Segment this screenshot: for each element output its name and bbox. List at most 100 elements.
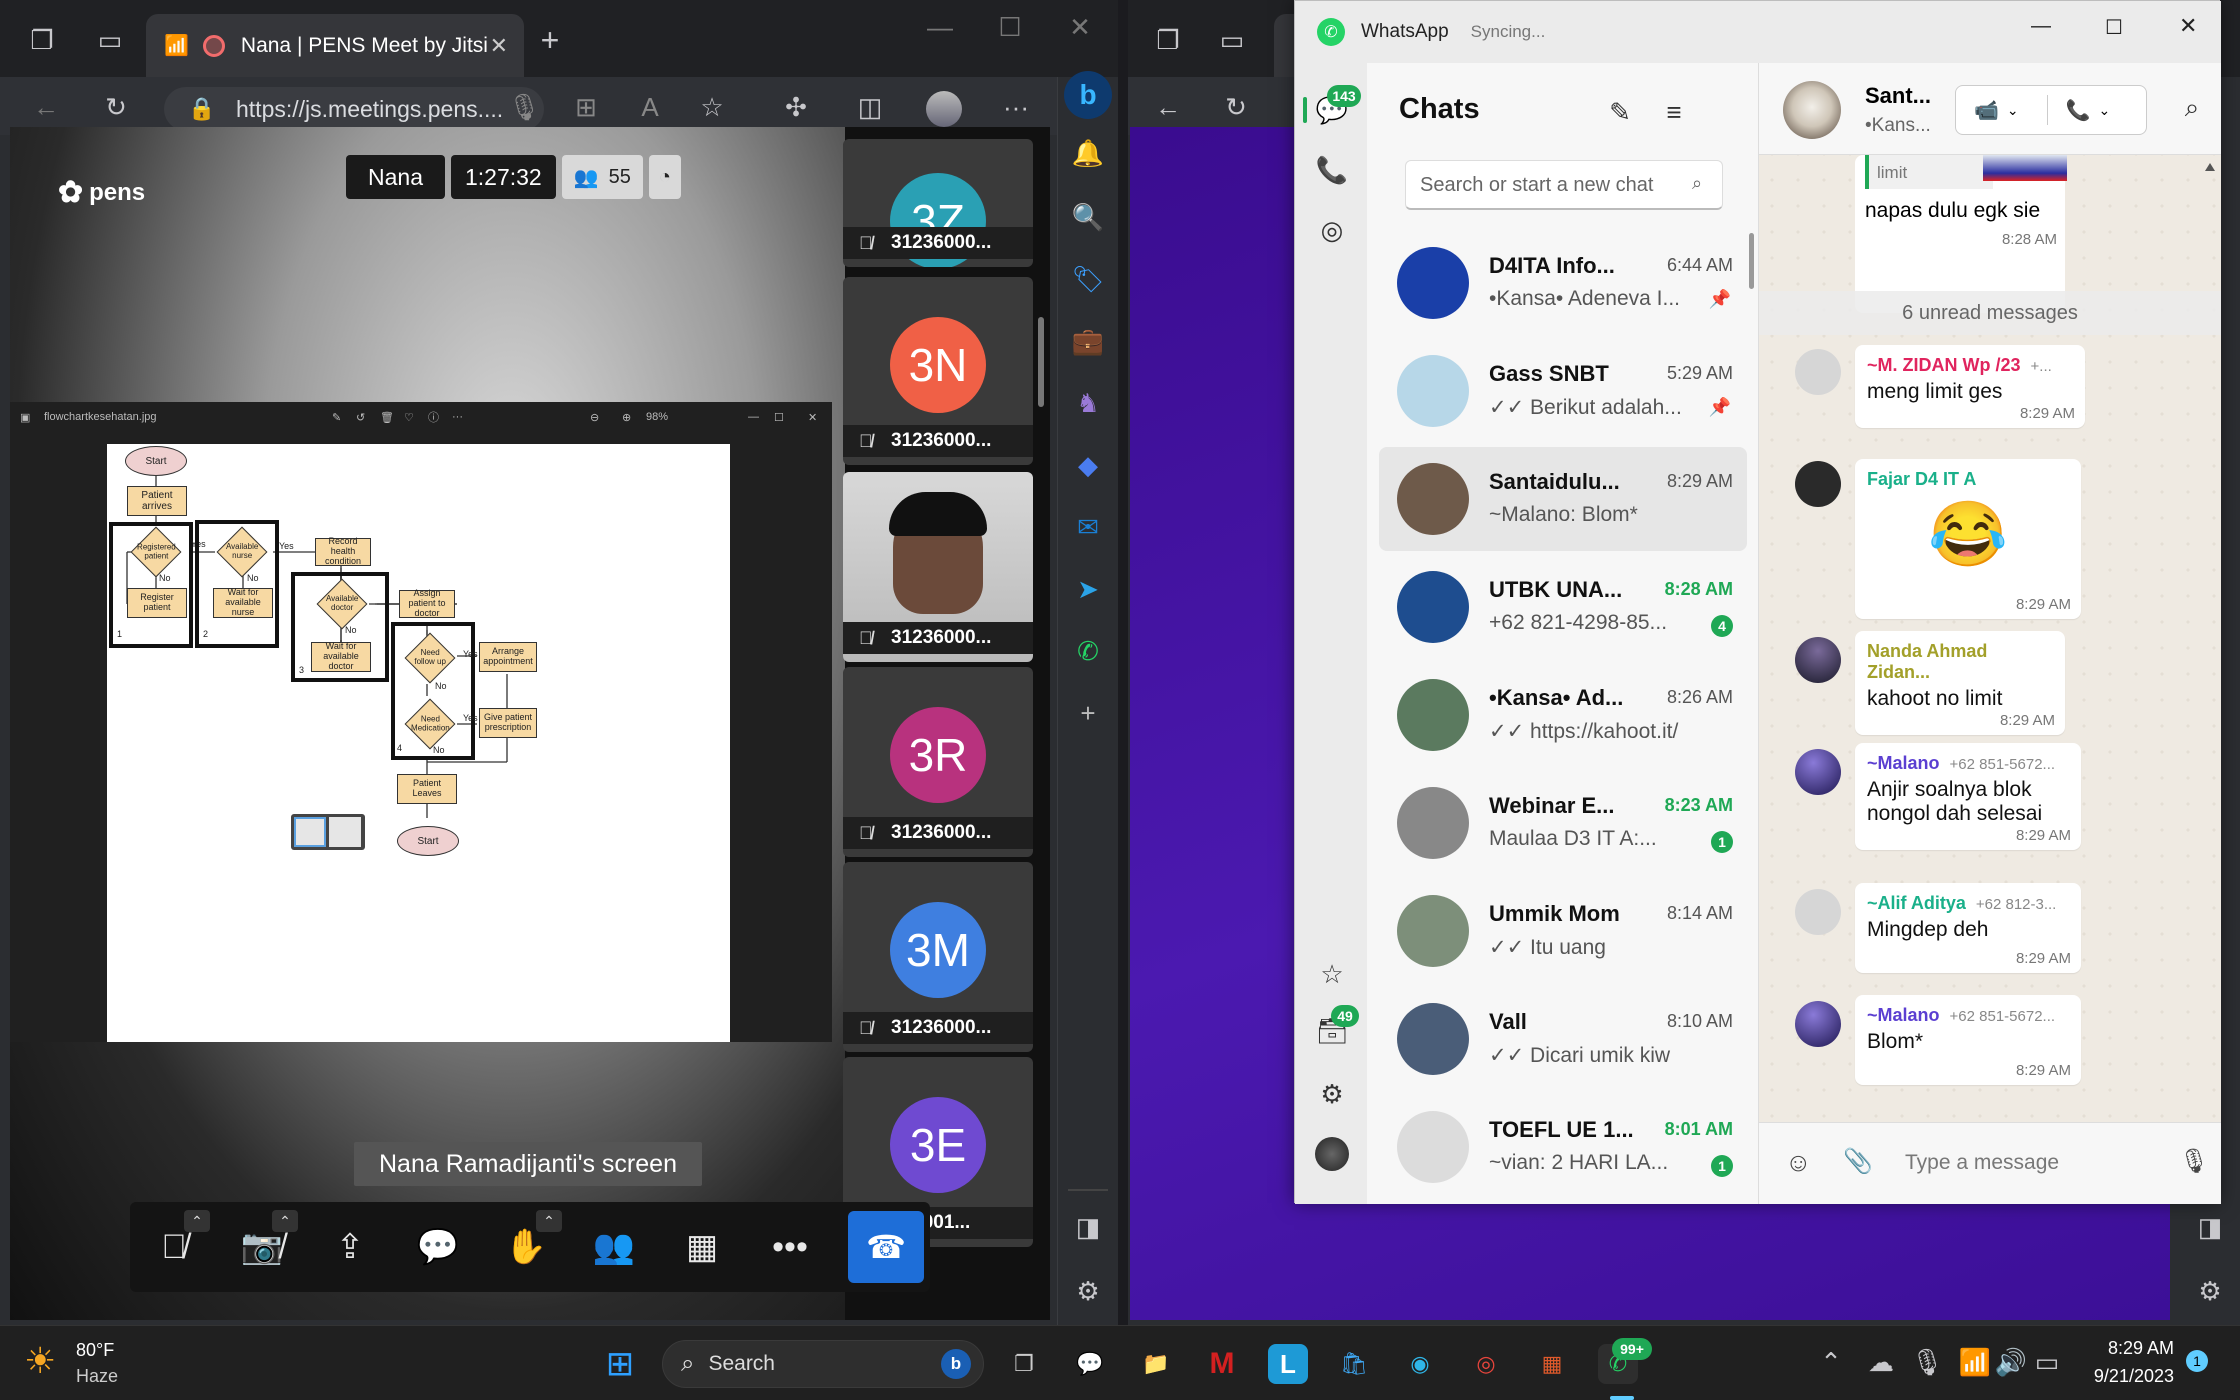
office-icon[interactable]: ◆ [1072, 449, 1104, 481]
shopping-tag-icon[interactable]: 🏷 [1072, 263, 1105, 295]
weather-icon[interactable]: ☀ [24, 1340, 56, 1382]
chat-item[interactable]: Vall 8:10 AM ✓✓ Dicari umik kiw [1379, 987, 1747, 1091]
maximize-icon[interactable]: ☐ [990, 12, 1030, 42]
attach-icon[interactable]: 📎 [1843, 1147, 1873, 1176]
clock-time[interactable]: 8:29 AM [2084, 1338, 2174, 1359]
volume-icon[interactable]: 🔊 [1995, 1344, 2027, 1380]
bing-chat-icon[interactable]: b [1064, 71, 1112, 119]
back-icon[interactable]: ← [26, 87, 66, 127]
reactions-caret[interactable]: ⌃ [536, 1210, 562, 1232]
calls-nav-icon[interactable]: 📞 [1315, 153, 1349, 187]
clock-date[interactable]: 9/21/2023 [2074, 1366, 2174, 1387]
chat-item[interactable]: D4ITA Info... 6:44 AM •Kansa• Adeneva I...… [1379, 231, 1747, 335]
minimize-icon[interactable]: — [920, 12, 960, 42]
workspaces-icon[interactable]: ❐ [24, 22, 60, 58]
more-actions-button[interactable]: ••• [746, 1202, 834, 1292]
sidebar-settings-icon-2[interactable]: ⚙ [2194, 1275, 2226, 1307]
weather-condition[interactable]: Haze [76, 1366, 118, 1387]
split-screen-icon[interactable]: ◫ [852, 87, 888, 127]
search-sidebar-icon[interactable]: 🔍 [1072, 201, 1104, 233]
close-window-icon[interactable]: ✕ [1060, 12, 1100, 42]
edge-taskbar-icon[interactable]: ◉ [1400, 1344, 1440, 1384]
telegram-icon[interactable]: ➤ [1072, 573, 1104, 605]
starred-nav-icon[interactable]: ☆ [1315, 957, 1349, 991]
notification-badge[interactable]: 1 [2186, 1350, 2208, 1372]
chrome-taskbar-icon[interactable]: ◎ [1466, 1344, 1506, 1384]
chat-item[interactable]: Gass SNBT 5:29 AM ✓✓ Berikut adalah... 📌 [1379, 339, 1747, 443]
chat-item[interactable]: Webinar E... 8:23 AM Maulaa D3 IT A:... 1 [1379, 771, 1747, 875]
favorite-icon[interactable]: ☆ [694, 87, 730, 127]
outlook-icon[interactable]: ✉ [1072, 511, 1104, 543]
group-avatar[interactable] [1783, 81, 1841, 139]
wifi-tray-icon[interactable]: 📶 [1959, 1344, 1991, 1380]
profile-avatar[interactable] [926, 91, 962, 127]
games-icon[interactable]: ♞ [1072, 387, 1104, 419]
tile-view-button[interactable]: ▦ [658, 1202, 746, 1292]
participant-thumb-1[interactable]: 3Z 🎙̸ 31236000... [843, 139, 1033, 267]
tools-briefcase-icon[interactable]: 💼 [1072, 325, 1104, 357]
wa-minimize-icon[interactable]: — [2031, 15, 2051, 38]
workspaces-icon-2[interactable]: ❐ [1150, 22, 1186, 58]
chat-list-scrollbar[interactable] [1749, 233, 1754, 289]
read-aloud-icon[interactable]: A [632, 87, 668, 127]
url-field[interactable]: 🔒 https://js.meetings.pens.... [164, 87, 544, 131]
thumbnails-scrollbar[interactable] [1038, 317, 1044, 407]
settings-nav-icon[interactable]: ⚙ [1315, 1077, 1349, 1111]
microsoft-store-icon[interactable]: 🛍 [1334, 1344, 1374, 1384]
office-taskbar-icon[interactable]: ▦ [1532, 1344, 1572, 1384]
start-button[interactable]: ⊞ [600, 1344, 640, 1384]
connection-stats-button[interactable]: ◔ [648, 155, 681, 199]
new-chat-icon[interactable]: ✎ [1603, 95, 1637, 129]
onedrive-icon[interactable]: ☁ [1866, 1344, 1896, 1380]
new-tab-button[interactable]: + [530, 20, 570, 60]
chat-item[interactable]: •Kansa• Ad... 8:26 AM ✓✓ https://kahoot.it… [1379, 663, 1747, 767]
weather-temp[interactable]: 80°F [76, 1340, 114, 1361]
participant-thumb-5[interactable]: 3M 🎙̸ 31236000... [843, 862, 1033, 1052]
show-hidden-icons[interactable]: ⌃ [1816, 1344, 1846, 1380]
voice-chevron-icon[interactable]: ⌄ [2099, 102, 2111, 119]
status-nav-icon[interactable]: ◎ [1315, 213, 1349, 247]
participant-thumb-2[interactable]: 3N 🎙̸ 31236000... [843, 277, 1033, 465]
participant-thumb-3[interactable]: 🎙̸ 31236000... [843, 472, 1033, 662]
file-explorer-icon[interactable]: 📁 [1136, 1344, 1176, 1384]
participants-count-button[interactable]: 👥 55 [561, 155, 643, 199]
voice-message-icon[interactable]: 🎙 [2179, 1147, 2209, 1176]
whatsapp-sidebar-icon[interactable]: ✆ [1072, 635, 1104, 667]
teams-chat-icon[interactable]: 💬 [1070, 1344, 1110, 1384]
more-menu-icon[interactable]: ··· [998, 87, 1034, 127]
mcafee-icon[interactable]: M [1202, 1344, 1242, 1384]
video-call-icon[interactable]: 📹 [1974, 98, 1999, 123]
refresh-icon-2[interactable]: ↻ [1216, 87, 1256, 127]
raise-hand-button[interactable]: ✋ ⌃ [482, 1202, 570, 1292]
scroll-up-arrow[interactable] [2205, 163, 2215, 171]
notification-bell-icon[interactable]: 🔔 [1072, 137, 1104, 169]
taskbar-search[interactable]: ⌕ Search b [662, 1340, 984, 1388]
voice-call-icon[interactable]: 📞 [2066, 98, 2091, 123]
wa-close-icon[interactable]: ✕ [2179, 13, 2197, 39]
back-icon-2[interactable]: ← [1148, 87, 1188, 127]
camera-button[interactable]: 📷̸ ⌃ [218, 1202, 306, 1292]
emoji-icon[interactable]: ☺ [1785, 1147, 1812, 1178]
app-available-icon[interactable]: ⊞ [568, 87, 604, 127]
hide-sidebar-icon-2[interactable]: ◨ [2194, 1211, 2226, 1243]
task-view-icon[interactable]: ❐ [1004, 1344, 1044, 1384]
sidebar-settings-icon[interactable]: ⚙ [1072, 1275, 1104, 1307]
microphone-button[interactable]: 🎙̸ ⌃ [130, 1202, 218, 1292]
tab-actions-icon-2[interactable]: ▭ [1214, 22, 1250, 58]
tab-meeting[interactable]: 📶 Nana | PENS Meet by Jitsi ✕ [146, 14, 524, 77]
chat-item[interactable]: Santaidulu... 8:29 AM ~Malano: Blom* [1379, 447, 1747, 551]
wa-maximize-icon[interactable]: ☐ [2105, 15, 2123, 40]
mic-tray-icon[interactable]: 🎙 [1911, 1344, 1944, 1380]
close-tab-icon[interactable]: ✕ [490, 33, 508, 59]
group-name[interactable]: Sant... [1865, 83, 1931, 109]
participants-button[interactable]: 👥 [570, 1202, 658, 1292]
camera-options-caret[interactable]: ⌃ [272, 1210, 298, 1232]
launcher-l-icon[interactable]: L [1268, 1344, 1308, 1384]
add-sidebar-icon[interactable]: + [1072, 697, 1104, 729]
refresh-icon[interactable]: ↻ [96, 87, 136, 127]
mic-options-caret[interactable]: ⌃ [184, 1210, 210, 1232]
search-messages-icon[interactable]: ⌕ [2177, 92, 2207, 123]
message-input[interactable]: Type a message [1905, 1151, 2059, 1175]
profile-nav-avatar[interactable] [1315, 1137, 1349, 1171]
battery-icon[interactable]: ▭ [2032, 1344, 2062, 1380]
